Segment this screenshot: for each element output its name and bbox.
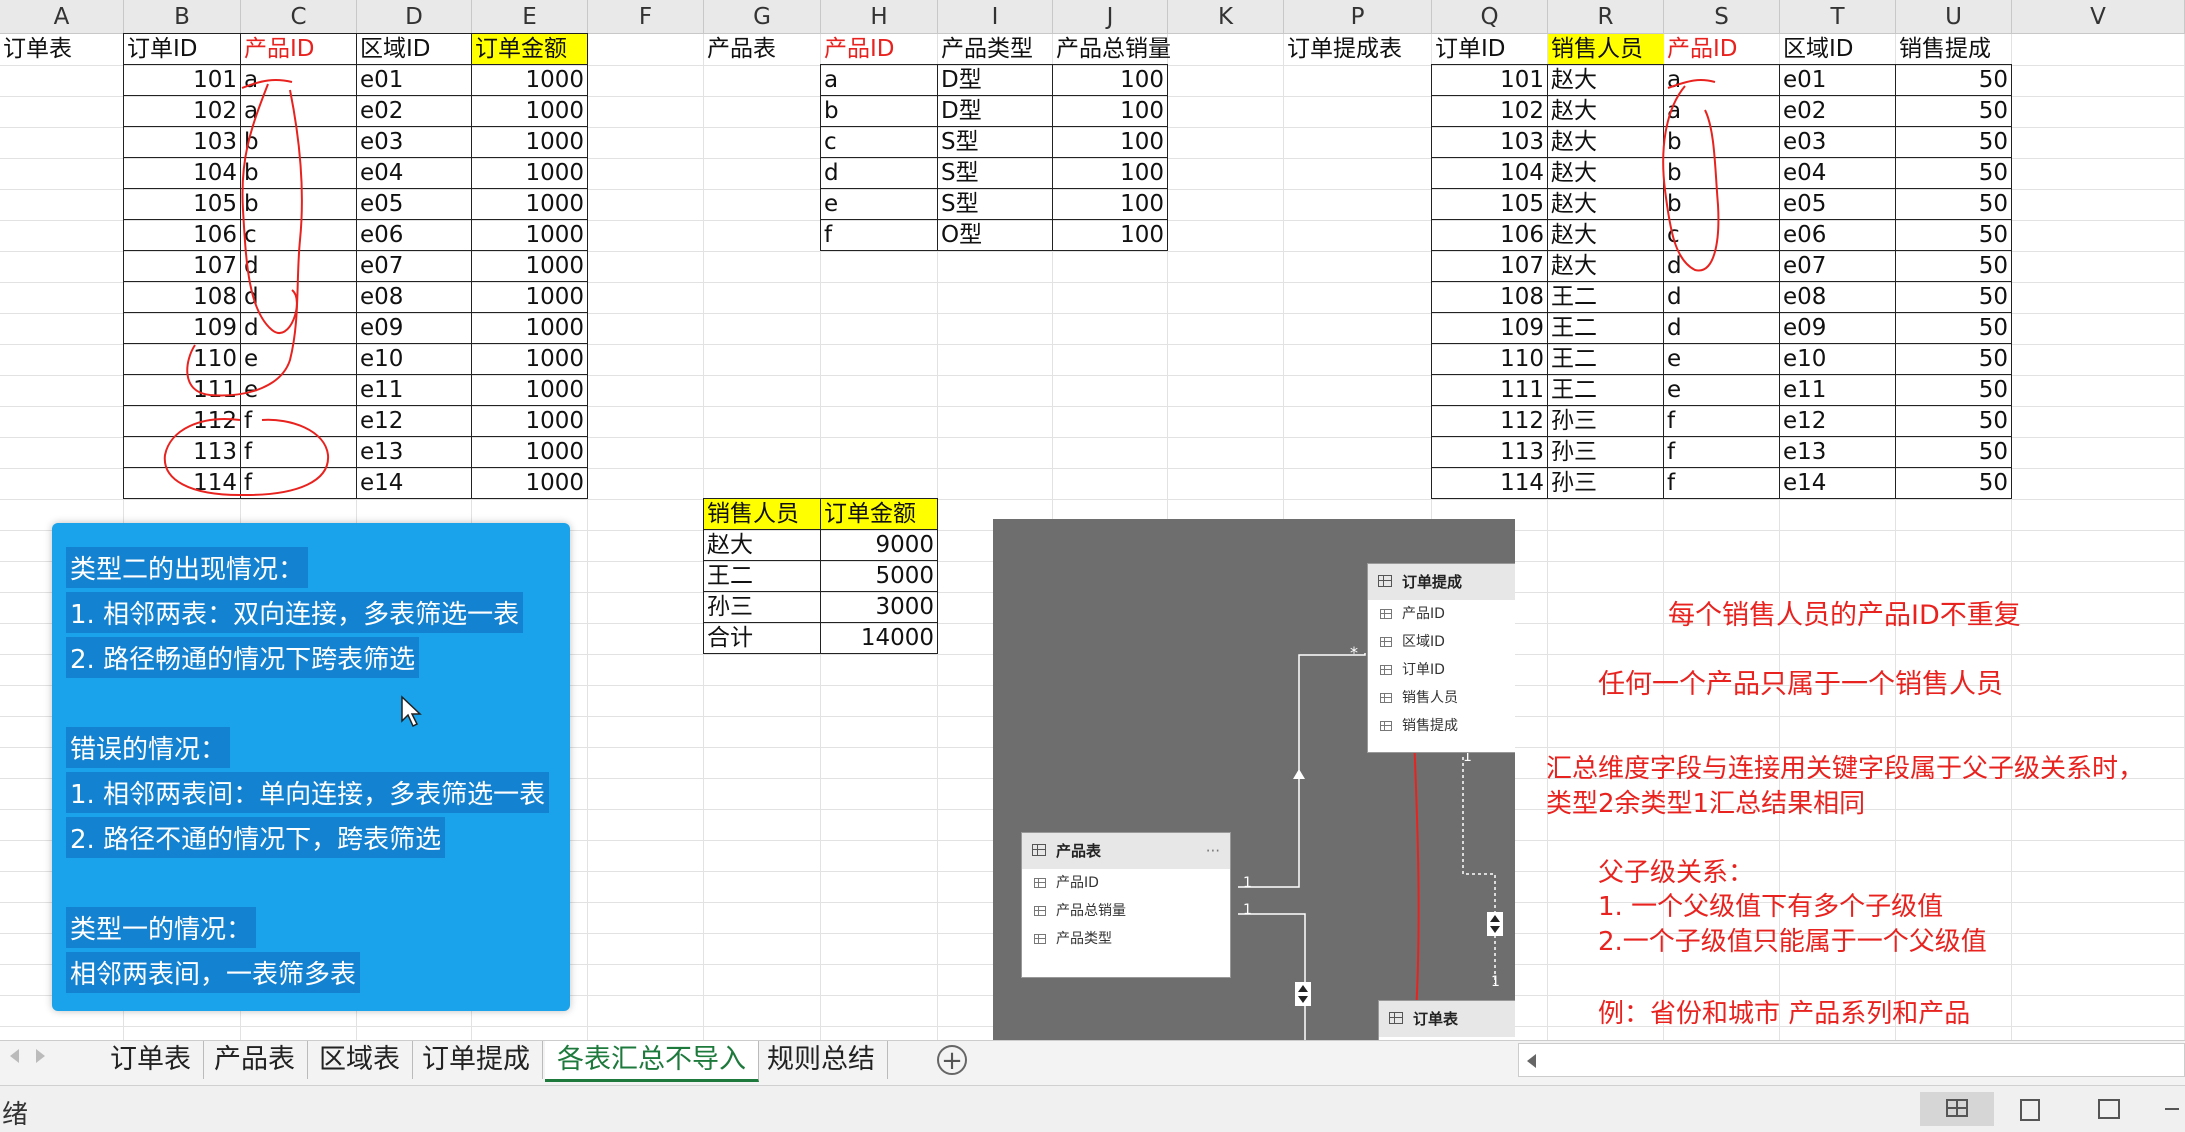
model-field[interactable]: 产品ID	[1022, 869, 1230, 897]
model-field[interactable]: 销售人员	[1368, 684, 1515, 712]
table-icon	[1378, 575, 1392, 587]
sheet-tab[interactable]: 订单表	[98, 1041, 204, 1079]
table-icon	[1032, 844, 1046, 856]
model-field[interactable]: 销售提成	[1368, 712, 1515, 740]
add-sheet-button[interactable]: +	[937, 1045, 967, 1075]
field-icon	[1034, 878, 1046, 888]
page-break-view-icon[interactable]	[2098, 1099, 2120, 1119]
panel-line: 类型二的出现情况：	[66, 547, 309, 588]
sheet-tab[interactable]: 区域表	[307, 1041, 413, 1079]
panel-line: 错误的情况：	[66, 727, 231, 768]
model-table-order[interactable]: 订单表产品ID区域ID订单ID	[1378, 1000, 1515, 1040]
note-line: 每个销售人员的产品ID不重复	[1668, 600, 2021, 631]
card-many-commission: *	[1350, 643, 1358, 662]
panel-line: 1. 相邻两表：双向连接，多表筛选一表	[66, 592, 524, 633]
model-view[interactable]: 1 1 * * 1 1 订单提成产品ID区域ID订单ID销售人员销售提成 产品表…	[993, 519, 1515, 1040]
sheet-tab[interactable]: 各表汇总不导入	[545, 1041, 759, 1082]
note-line: 例：省份和城市 产品系列和产品	[1598, 999, 1971, 1029]
notes-panel: 类型二的出现情况： 1. 相邻两表：双向连接，多表筛选一表 2. 路径畅通的情况下跨…	[52, 523, 570, 1011]
model-field[interactable]: 区域ID	[1368, 628, 1515, 656]
note-line: 任何一个产品只属于一个销售人员	[1598, 669, 2003, 700]
model-field-label: 产品ID	[1056, 875, 1099, 891]
panel-line: 2. 路径不通的情况下，跨表筛选	[66, 817, 446, 858]
status-text: 绪	[2, 1100, 29, 1130]
zoom-out-icon[interactable]	[2165, 1108, 2179, 1110]
field-icon	[1380, 721, 1392, 731]
model-table-title: 订单表	[1413, 1010, 1459, 1028]
sheet-tab[interactable]: 产品表	[202, 1041, 308, 1079]
note-line: 父子级关系：	[1598, 858, 1755, 888]
horizontal-scrollbar[interactable]	[1518, 1043, 2185, 1077]
field-icon	[1034, 906, 1046, 916]
panel-line: 相邻两表间，一表筛多表	[66, 952, 361, 993]
normal-view-icon[interactable]	[1920, 1092, 1994, 1126]
panel-line: 类型一的情况：	[66, 907, 257, 948]
scroll-left-icon[interactable]	[10, 1049, 19, 1063]
model-field-label: 产品总销量	[1056, 903, 1126, 919]
model-field[interactable]: 产品ID	[1368, 600, 1515, 628]
model-table-header[interactable]: 产品表 ···	[1022, 833, 1230, 869]
table-icon	[1389, 1012, 1403, 1024]
model-table-title: 产品表	[1056, 842, 1102, 860]
model-field-label: 销售提成	[1402, 718, 1458, 734]
panel-line: 1. 相邻两表间：单向连接，多表筛选一表	[66, 772, 550, 813]
model-table-commission[interactable]: 订单提成产品ID 区域ID 订单ID 销售人员销售提成	[1367, 563, 1515, 753]
model-field[interactable]: 产品类型	[1022, 925, 1230, 953]
field-icon	[1380, 665, 1392, 675]
spreadsheet-grid[interactable]: ABCDEFGHIJKPQRSTUV 订单表 订单ID 产品ID 区域ID 订单金额 10…	[0, 0, 2185, 1040]
model-table-title: 订单提成	[1402, 573, 1463, 591]
card-one-order-side: 1	[1491, 974, 1500, 990]
model-table-product[interactable]: 产品表 ··· 产品ID 产品总销量产品类型	[1021, 832, 1231, 978]
model-table-header[interactable]: 订单提成	[1368, 564, 1515, 600]
field-icon	[1034, 934, 1046, 944]
note-line: 2.一个子级值只能属于一个父级值	[1598, 927, 1987, 957]
scroll-left-arrow-icon[interactable]	[1527, 1054, 1536, 1068]
page-layout-view-icon[interactable]	[2020, 1099, 2040, 1121]
model-field-label: 产品ID	[1402, 606, 1445, 622]
status-bar: 绪	[0, 1085, 2185, 1132]
model-field-label: 区域ID	[1402, 634, 1445, 650]
more-options-icon[interactable]: ···	[1206, 833, 1220, 869]
mouse-cursor-icon	[401, 695, 422, 728]
scroll-right-icon[interactable]	[36, 1049, 45, 1063]
model-field[interactable]: 订单ID	[1368, 656, 1515, 684]
note-line: 1. 一个父级值下有多个子级值	[1598, 892, 1944, 922]
card-one-product-1: 1	[1243, 875, 1252, 891]
model-field-label: 产品类型	[1056, 931, 1112, 947]
model-field[interactable]: 产品总销量	[1022, 897, 1230, 925]
model-field-label: 订单ID	[1402, 662, 1445, 678]
card-one-product-2: 1	[1243, 902, 1252, 918]
model-field-label: 销售人员	[1402, 690, 1458, 706]
note-line: 类型2余类型1汇总结果相同	[1546, 789, 1866, 819]
field-icon	[1380, 637, 1392, 647]
field-icon	[1380, 693, 1392, 703]
panel-line: 2. 路径畅通的情况下跨表筛选	[66, 637, 420, 678]
note-line: 汇总维度字段与连接用关键字段属于父子级关系时，	[1546, 754, 2145, 784]
model-table-header[interactable]: 订单表	[1379, 1001, 1515, 1037]
sheet-tab[interactable]: 规则总结	[755, 1041, 888, 1079]
field-icon	[1380, 609, 1392, 619]
sheet-tab[interactable]: 订单提成	[410, 1041, 543, 1079]
